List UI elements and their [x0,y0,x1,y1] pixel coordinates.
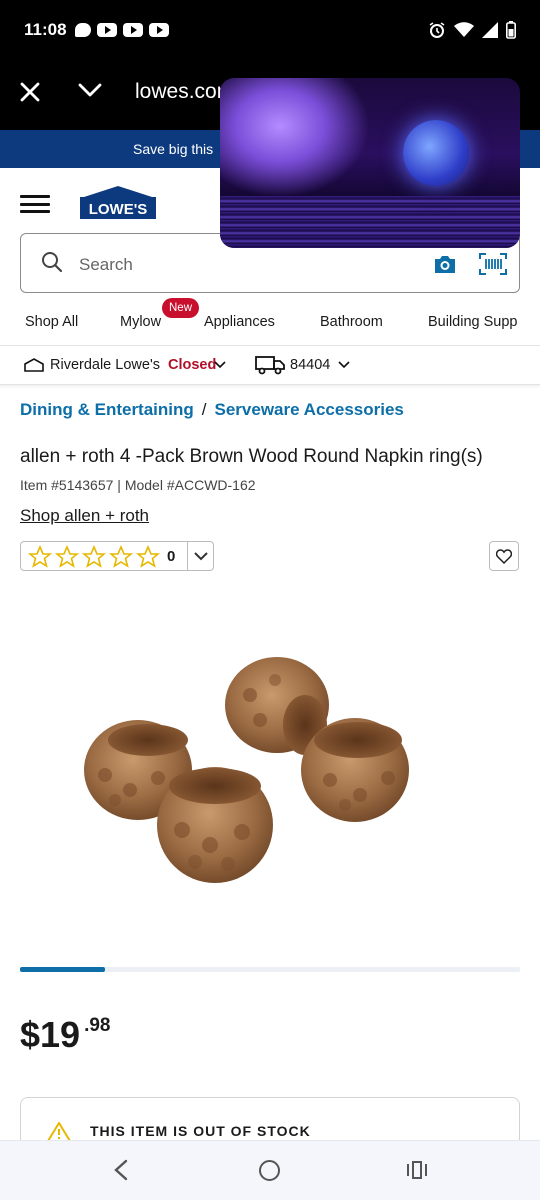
chevron-down-icon[interactable] [338,359,350,369]
chevron-down-icon[interactable] [214,359,226,369]
product-title: allen + roth 4 -Pack Brown Wood Round Na… [20,446,483,467]
promo-text: Save big this [133,141,214,157]
close-icon[interactable] [18,80,42,104]
product-image[interactable] [60,600,480,930]
category-shop-all[interactable]: Shop All [25,314,78,330]
wifi-icon [454,22,474,37]
system-navigation-bar [0,1140,540,1200]
video-tree-graphic [220,78,370,198]
store-bar: Riverdale Lowe's Closed 84404 [0,345,540,385]
breadcrumb-separator: / [201,400,207,419]
image-carousel-progress [20,967,520,972]
category-strip: Shop All Mylow Appliances Bathroom Build… [0,296,540,346]
star-icon [28,545,52,568]
delivery-zip[interactable]: 84404 [290,357,330,373]
picture-in-picture-video[interactable] [220,78,520,248]
system-icons [428,21,516,39]
category-mylow[interactable]: Mylow [120,314,161,330]
lowes-logo[interactable]: LOWE'S [80,185,156,219]
notification-icons [74,23,169,37]
breadcrumb-link[interactable]: Serveware Accessories [215,400,404,419]
star-icon [82,545,106,568]
chevron-down-icon[interactable] [78,82,102,98]
store-name[interactable]: Riverdale Lowe's [50,357,160,373]
star-icon [55,545,79,568]
delivery-truck-icon [255,356,285,375]
alarm-icon [429,22,445,38]
video-moon-graphic [403,120,469,186]
store-status[interactable]: Closed [168,357,216,373]
star-icon [136,545,160,568]
chevron-down-icon[interactable] [193,549,209,563]
menu-icon[interactable] [20,195,50,213]
barcode-scan-icon[interactable] [479,253,507,275]
category-bathroom[interactable]: Bathroom [320,314,383,330]
star-rating [28,545,160,569]
status-bar: 11:08 [0,0,540,60]
image-carousel-progress-fill [20,967,105,972]
price: $19.98 [20,1014,111,1056]
back-icon[interactable] [110,1159,134,1181]
napkin-ring [301,718,409,822]
price-cents: .98 [84,1015,111,1036]
category-appliances[interactable]: Appliances [204,314,275,330]
shop-brand-link[interactable]: Shop allen + roth [20,506,149,526]
store-icon [24,358,44,372]
camera-icon[interactable] [433,253,457,275]
napkin-ring [157,767,273,883]
breadcrumb: Dining & Entertaining / Serveware Accessor… [20,400,404,420]
chat-icon [74,23,91,37]
heart-icon [496,548,512,564]
breadcrumb-link[interactable]: Dining & Entertaining [20,400,194,419]
logo-text: LOWE'S [89,201,148,218]
youtube-icon [122,23,143,37]
price-dollars: $19 [20,1014,81,1055]
out-of-stock-message: THIS ITEM IS OUT OF STOCK [90,1123,311,1139]
battery-icon [506,21,516,39]
search-icon [42,252,63,273]
recent-apps-icon[interactable] [406,1160,428,1180]
rating-divider [187,542,188,570]
favorite-button[interactable] [489,541,519,571]
warning-icon [47,1122,71,1142]
video-water-graphic [220,196,520,248]
category-building-supplies[interactable]: Building Supp [428,314,518,330]
review-count: 0 [167,548,176,565]
home-icon[interactable] [259,1160,280,1181]
youtube-icon [148,23,169,37]
status-time: 11:08 [24,20,67,39]
new-badge: New [162,298,200,318]
youtube-icon [96,23,117,37]
item-model-numbers: Item #5143657 | Model #ACCWD-162 [20,477,256,493]
search-placeholder: Search [79,255,133,274]
rating-summary[interactable]: 0 [20,541,214,571]
signal-icon [482,22,498,38]
star-icon [109,545,133,568]
